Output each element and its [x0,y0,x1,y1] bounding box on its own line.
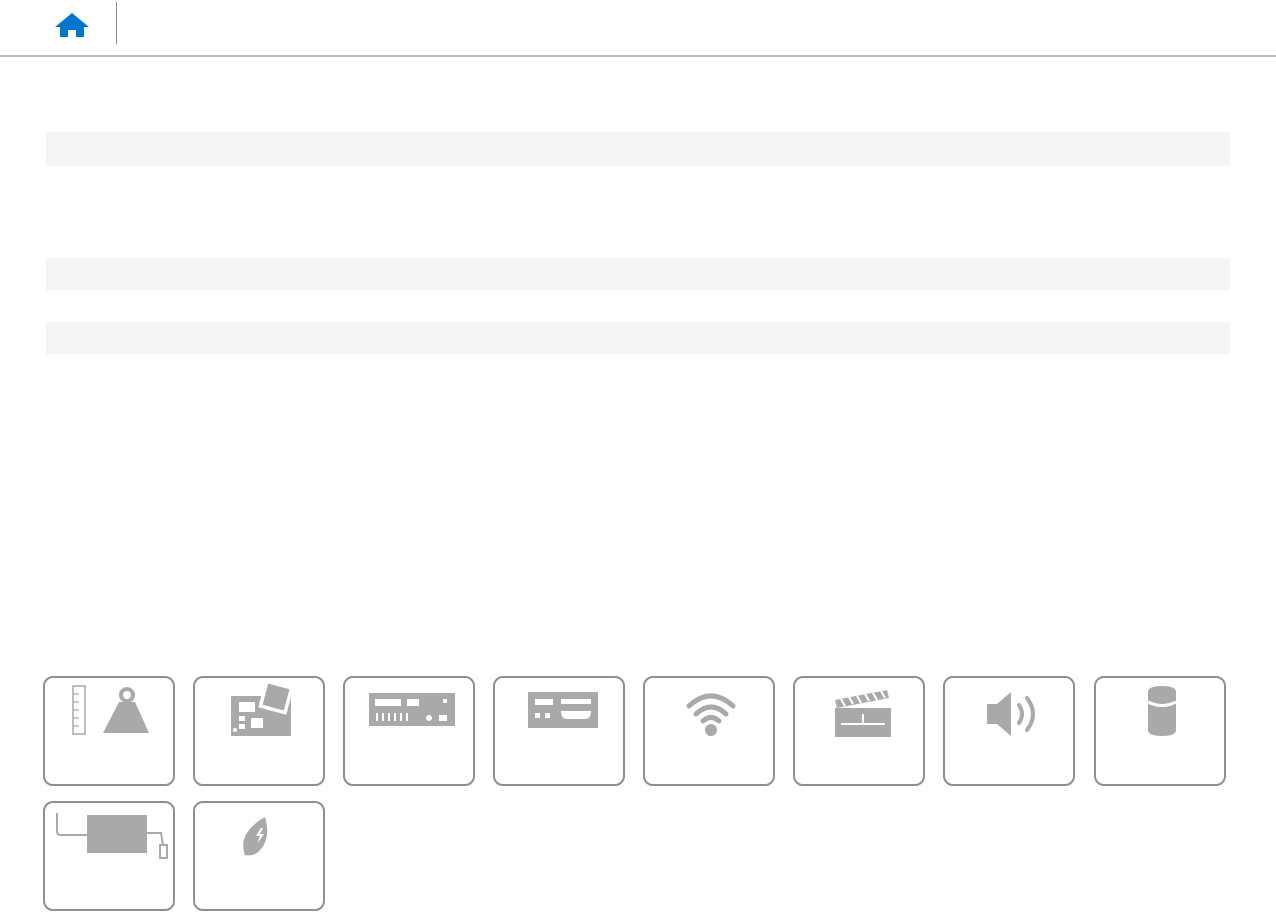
home-icon [55,13,89,37]
energy-icon [243,817,268,856]
power-adapter-icon [56,813,168,859]
tile-ports-connectors[interactable] [343,676,475,786]
content-row [46,322,1230,354]
tile-power-adapter[interactable] [43,801,175,911]
tile-media-card-reader[interactable] [793,676,925,786]
tile-audio[interactable] [943,676,1075,786]
home-button[interactable] [52,10,92,42]
ports-connectors-icon [369,693,455,726]
wireless-icon [686,693,736,736]
tile-storage[interactable] [1094,676,1226,786]
tile-energy[interactable] [193,801,325,911]
media-card-icon [835,690,891,737]
storage-icon [1147,686,1177,736]
tile-system-board[interactable] [193,676,325,786]
top-navigation-bar [0,0,1276,57]
system-board-icon [231,679,294,736]
tile-front-panel[interactable] [493,676,625,786]
audio-icon [987,692,1035,736]
tile-dimensions-weight[interactable] [43,676,175,786]
tile-wireless[interactable] [643,676,775,786]
dimensions-weight-icon [72,685,149,735]
content-row [46,258,1230,290]
header-divider [116,2,117,44]
front-panel-icon [528,692,598,728]
content-row [46,132,1230,166]
